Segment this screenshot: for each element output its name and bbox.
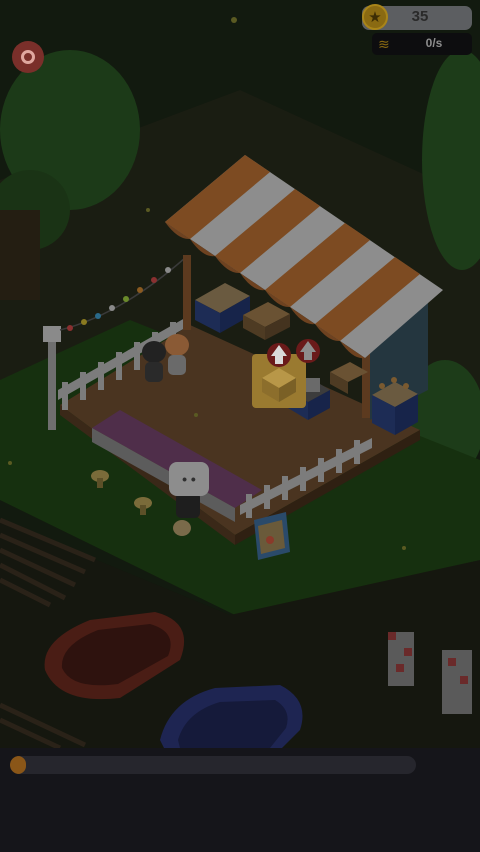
checker-flag-2	[442, 650, 472, 714]
upgrade-arrow-icon[interactable]	[267, 343, 291, 367]
settings-button[interactable]	[12, 41, 44, 73]
progress-bar	[10, 756, 416, 774]
coin-value: 35	[411, 8, 429, 25]
tree-trunk	[0, 210, 40, 300]
checker-flag	[388, 632, 414, 686]
awning-post-right	[362, 348, 370, 418]
player-face-bubble: • •	[169, 462, 209, 496]
upgrade-arrow-icon-2[interactable]	[296, 339, 320, 363]
menu-sign	[254, 512, 290, 560]
awning-post-left	[183, 255, 191, 330]
game-scene	[0, 0, 480, 852]
gear-icon	[21, 50, 35, 64]
income-rate-value: 0/s	[425, 36, 443, 50]
star-coin-icon: ★	[362, 4, 388, 30]
cash-stack-icon: ≋	[378, 36, 390, 52]
progress-fill	[10, 756, 26, 774]
